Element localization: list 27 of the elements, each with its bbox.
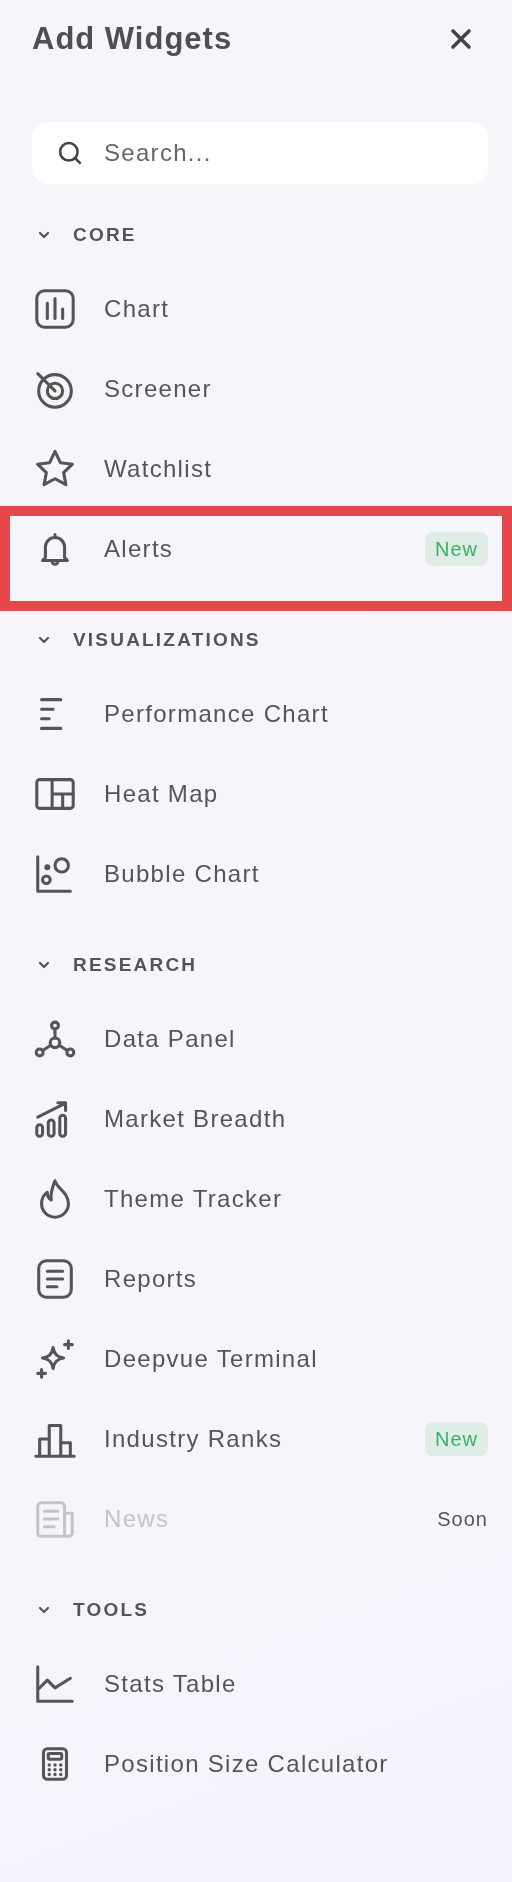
widget-item[interactable]: Theme Tracker (0, 1159, 512, 1239)
widget-item[interactable]: Watchlist (0, 429, 512, 509)
search-field[interactable]: Search... (32, 122, 488, 184)
close-icon[interactable] (450, 28, 472, 50)
new-badge: New (425, 532, 488, 566)
widget-item[interactable]: Market Breadth (0, 1079, 512, 1159)
status-label: Soon (437, 1506, 488, 1532)
widget-item[interactable]: Stats Table (0, 1644, 512, 1724)
search-icon (56, 139, 84, 167)
section-header[interactable]: CORE (0, 201, 512, 269)
widget-item[interactable]: Deepvue Terminal (0, 1319, 512, 1399)
section-header[interactable]: TOOLS (0, 1576, 512, 1644)
widget-item[interactable]: Data Panel (0, 999, 512, 1079)
section-header[interactable]: VISUALIZATIONS (0, 606, 512, 674)
widget-item[interactable]: Position Size Calculator (0, 1724, 512, 1804)
panel-title: Add Widgets (32, 21, 233, 57)
section-header[interactable]: RESEARCH (0, 931, 512, 999)
widget-item[interactable]: Industry Ranks New (0, 1399, 512, 1479)
widget-item[interactable]: Chart (0, 269, 512, 349)
widget-item[interactable]: Screener (0, 349, 512, 429)
widget-item[interactable]: Alerts New (0, 509, 512, 589)
widget-item[interactable]: Heat Map (0, 754, 512, 834)
widget-item[interactable]: Reports (0, 1239, 512, 1319)
widget-item[interactable]: Performance Chart (0, 674, 512, 754)
new-badge: New (425, 1422, 488, 1456)
widget-item[interactable]: Bubble Chart (0, 834, 512, 914)
bar-chart-icon (32, 286, 78, 332)
